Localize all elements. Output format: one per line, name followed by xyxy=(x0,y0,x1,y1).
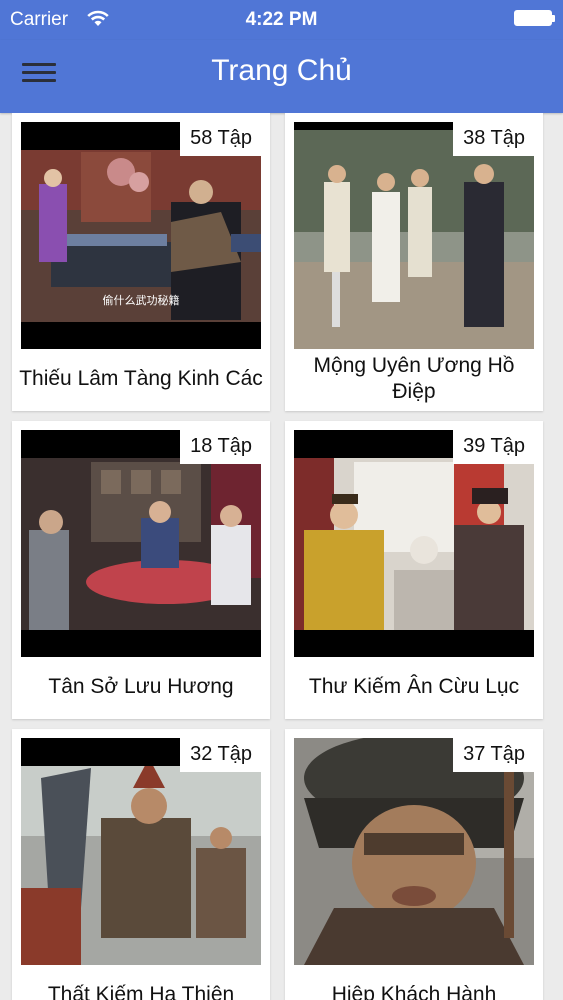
series-card[interactable]: 39 Tập Thư Kiếm Ân Cừu Lục xyxy=(285,421,543,719)
series-card[interactable]: 偷什么武功秘籍 58 Tập Thiếu Lâm Tàng Kinh Các xyxy=(12,113,270,411)
series-title: Hiệp Khách Hành xyxy=(331,983,497,1000)
battery-icon xyxy=(514,10,555,26)
video-still-image xyxy=(21,738,261,965)
series-thumbnail[interactable]: 38 Tập xyxy=(294,122,534,349)
clock: 4:22 PM xyxy=(245,9,318,30)
video-still-image xyxy=(21,458,261,657)
series-grid[interactable]: 偷什么武功秘籍 58 Tập Thiếu Lâm Tàng Kinh Các 3… xyxy=(0,113,563,1000)
status-bar: Carrier 4:22 PM xyxy=(0,0,563,40)
episode-count-badge: 37 Tập xyxy=(453,738,534,772)
video-still-image xyxy=(294,122,534,349)
series-title: Thư Kiếm Ân Cừu Lục xyxy=(308,675,520,698)
episode-count-badge: 38 Tập xyxy=(453,122,534,156)
series-card[interactable]: 37 Tập Hiệp Khách Hành xyxy=(285,729,543,1000)
series-thumbnail[interactable]: 37 Tập xyxy=(294,738,534,965)
series-title: Thiếu Lâm Tàng Kinh Các xyxy=(19,367,263,390)
series-thumbnail[interactable]: 偷什么武功秘籍 58 Tập xyxy=(21,122,261,349)
video-still-image: 偷什么武功秘籍 xyxy=(21,150,261,349)
series-thumbnail[interactable]: 18 Tập xyxy=(21,430,261,657)
series-title: Mộng Uyên Ương Hồ Điệp xyxy=(313,354,515,403)
series-card[interactable]: 32 Tập Thất Kiếm Hạ Thiên xyxy=(12,729,270,1000)
episode-count-badge: 32 Tập xyxy=(180,738,261,772)
series-thumbnail[interactable]: 32 Tập xyxy=(21,738,261,965)
video-still-image xyxy=(294,738,534,965)
series-card[interactable]: 18 Tập Tân Sở Lưu Hương xyxy=(12,421,270,719)
series-title: Thất Kiếm Hạ Thiên xyxy=(47,983,235,1000)
series-title: Tân Sở Lưu Hương xyxy=(48,675,234,698)
episode-count-badge: 39 Tập xyxy=(453,430,534,464)
nav-bar: Trang Chủ xyxy=(0,40,563,113)
episode-count-badge: 58 Tập xyxy=(180,122,261,156)
video-still-image xyxy=(294,458,534,657)
episode-count-badge: 18 Tập xyxy=(180,430,261,464)
page-title: Trang Chủ xyxy=(211,54,352,87)
series-card[interactable]: 38 Tập Mộng Uyên Ương Hồ Điệp xyxy=(285,113,543,411)
series-thumbnail[interactable]: 39 Tập xyxy=(294,430,534,657)
video-subtitle: 偷什么武功秘籍 xyxy=(103,293,180,307)
